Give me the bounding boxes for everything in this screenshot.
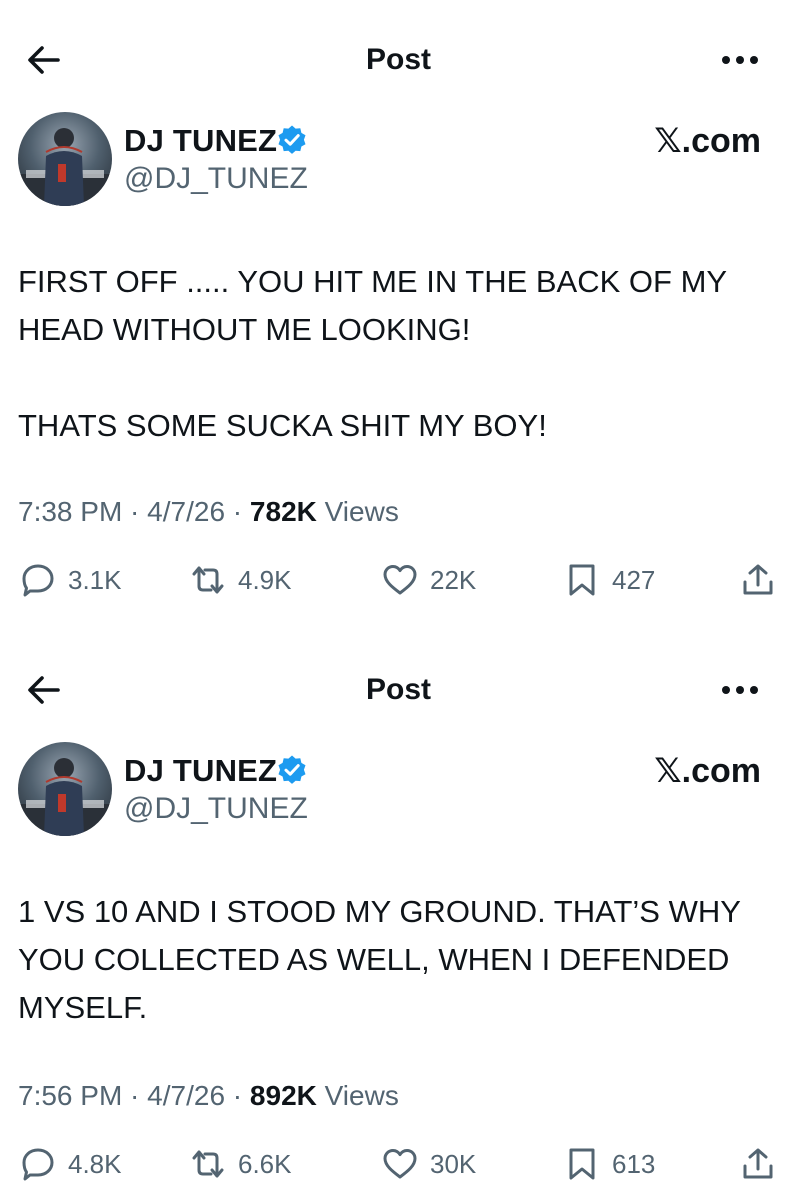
reply-button[interactable]: 3.1K <box>20 562 122 598</box>
like-button[interactable]: 30K <box>382 1146 476 1182</box>
brand-watermark: 𝕏.com <box>654 122 761 160</box>
reply-count: 4.8K <box>68 1149 122 1179</box>
avatar[interactable] <box>18 742 112 836</box>
post-meta: 7:38 PM · 4/7/26 · 782K Views <box>18 496 399 527</box>
page-title: Post <box>365 43 431 76</box>
share-button[interactable] <box>740 1146 776 1182</box>
share-icon <box>743 564 773 595</box>
views-label: Views <box>324 1080 399 1111</box>
more-icon[interactable] <box>716 42 764 78</box>
avatar[interactable] <box>18 112 112 206</box>
post-date: 4/7/26 <box>147 496 226 527</box>
share-button[interactable] <box>740 562 776 598</box>
post-time: 7:38 PM <box>18 496 123 527</box>
like-icon <box>383 1149 417 1179</box>
bookmark-count: 613 <box>612 1149 656 1179</box>
like-icon <box>383 565 417 595</box>
reply-icon <box>22 1148 54 1181</box>
post-meta: 7:56 PM · 4/7/26 · 892K Views <box>18 1080 399 1111</box>
like-count: 22K <box>430 565 477 595</box>
views-count[interactable]: 782K <box>250 496 317 527</box>
share-icon <box>743 1148 773 1179</box>
author-handle[interactable]: @DJ_TUNEZ <box>124 162 308 196</box>
reply-button[interactable]: 4.8K <box>20 1146 122 1182</box>
bookmark-icon <box>569 1148 595 1180</box>
verified-badge-icon <box>278 125 306 154</box>
reply-count: 3.1K <box>68 565 122 595</box>
reply-icon <box>22 564 54 597</box>
page-title: Post <box>365 673 431 706</box>
post-date: 4/7/26 <box>147 1080 226 1111</box>
brand-watermark: 𝕏.com <box>654 752 761 790</box>
like-button[interactable]: 22K <box>382 562 476 598</box>
post-time: 7:56 PM <box>18 1080 123 1111</box>
more-icon[interactable] <box>716 672 764 708</box>
post-text: 1 VS 10 AND I STOOD MY GROUND. THAT’S WH… <box>18 894 741 1025</box>
repost-button[interactable]: 6.6K <box>190 1146 292 1182</box>
author-handle[interactable]: @DJ_TUNEZ <box>124 792 308 826</box>
bookmark-button[interactable]: 427 <box>564 562 655 598</box>
like-count: 30K <box>430 1149 477 1179</box>
bookmark-icon <box>569 564 595 596</box>
author-display-name[interactable]: DJ TUNEZ <box>124 124 277 158</box>
repost-button[interactable]: 4.9K <box>190 562 292 598</box>
bookmark-count: 427 <box>612 565 656 595</box>
post-text: FIRST OFF ..... YOU HIT ME IN THE BACK O… <box>18 264 727 443</box>
repost-count: 4.9K <box>238 565 292 595</box>
repost-icon <box>192 566 224 594</box>
repost-count: 6.6K <box>238 1149 292 1179</box>
views-count[interactable]: 892K <box>250 1080 317 1111</box>
author-display-name[interactable]: DJ TUNEZ <box>124 754 277 788</box>
verified-badge-icon <box>278 755 306 784</box>
repost-icon <box>192 1150 224 1178</box>
bookmark-button[interactable]: 613 <box>564 1146 655 1182</box>
views-label: Views <box>324 496 399 527</box>
